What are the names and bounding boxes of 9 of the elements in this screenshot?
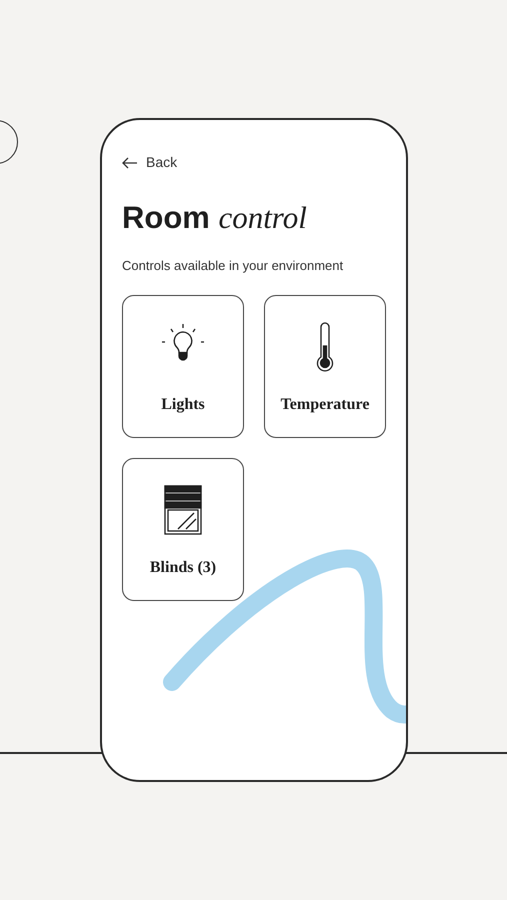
control-card[interactable]: Temperature: [264, 295, 386, 438]
control-card[interactable]: Blinds (3): [122, 458, 244, 602]
control-card[interactable]: Lights: [122, 295, 244, 438]
back-arrow-icon: [122, 156, 138, 168]
back-button[interactable]: Back: [122, 152, 178, 173]
subtitle: Controls available in your environment: [122, 256, 344, 275]
thermometer-icon: [315, 322, 335, 372]
window-blind-icon: [164, 485, 202, 536]
page-title: Room control: [122, 199, 308, 237]
